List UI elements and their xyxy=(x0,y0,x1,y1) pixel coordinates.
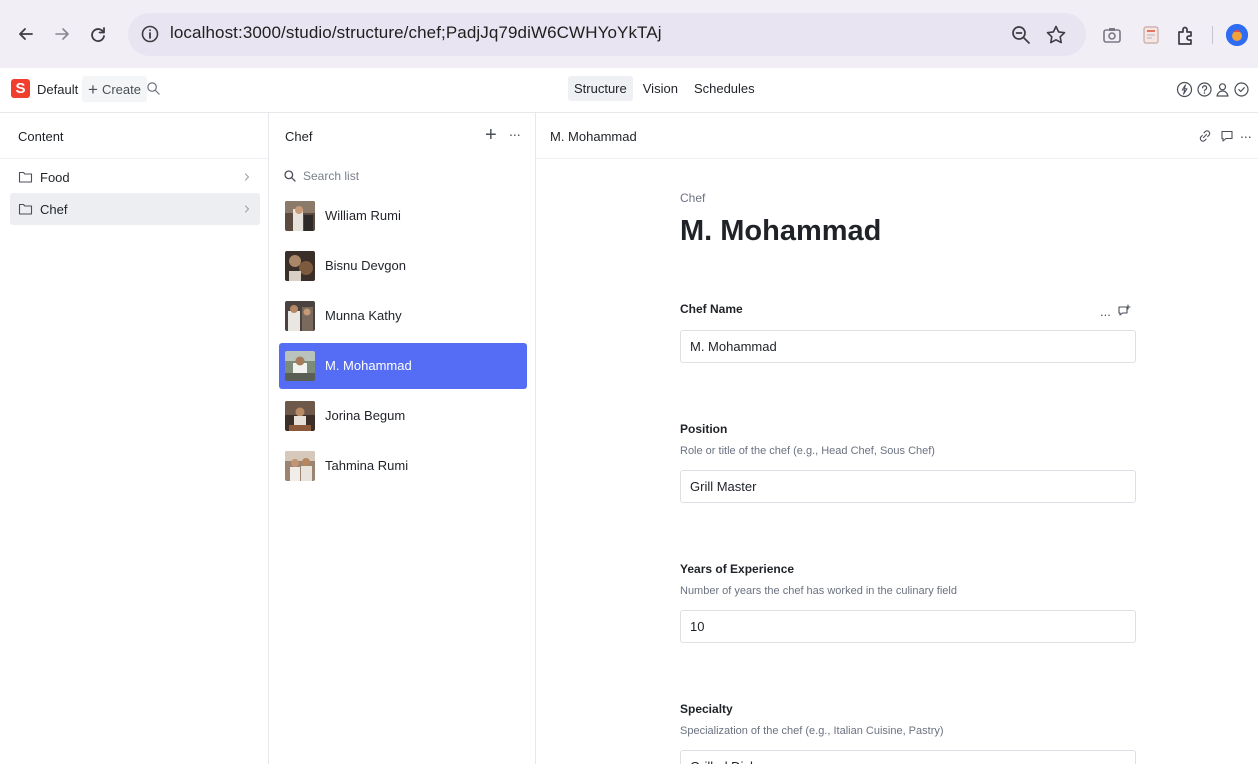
specialty-description: Specialization of the chef (e.g., Italia… xyxy=(680,725,944,737)
studio-navbar: S Default + Create Structure Vision Sche… xyxy=(0,68,1258,113)
tab-structure[interactable]: Structure xyxy=(568,76,633,101)
link-icon[interactable] xyxy=(1197,128,1213,144)
chef-thumbnail xyxy=(285,201,315,231)
chef-list-item[interactable]: Jorina Begum xyxy=(279,393,527,439)
chef-thumbnail xyxy=(285,351,315,381)
bookmark-star-icon[interactable] xyxy=(1044,23,1068,47)
reload-icon[interactable] xyxy=(86,22,110,46)
document-menu-button[interactable]: ... xyxy=(1240,125,1256,141)
user-icon[interactable] xyxy=(1214,81,1231,98)
site-info-icon[interactable] xyxy=(140,24,160,44)
camera-extension-icon[interactable] xyxy=(1101,24,1123,46)
chef-thumbnail xyxy=(285,401,315,431)
chef-list-title: Chef xyxy=(285,129,313,144)
position-field[interactable]: Grill Master xyxy=(680,470,1136,503)
content-item-label: Chef xyxy=(40,201,68,217)
comment-icon[interactable] xyxy=(1219,128,1235,144)
chef-list-item-selected[interactable]: M. Mohammad xyxy=(279,343,527,389)
toolbar-divider xyxy=(1212,26,1213,44)
chef-thumbnail xyxy=(285,251,315,281)
chef-name: Jorina Begum xyxy=(325,408,406,423)
document-pane: M. Mohammad ... Chef M. Mohammad Chef Na… xyxy=(536,113,1258,764)
tasks-check-icon[interactable] xyxy=(1233,81,1250,98)
search-icon[interactable] xyxy=(146,81,161,96)
years-of-experience-description: Number of years the chef has worked in t… xyxy=(680,585,957,597)
chef-list-item[interactable]: Bisnu Devgon xyxy=(279,243,527,289)
tab-schedules[interactable]: Schedules xyxy=(688,76,761,101)
specialty-field[interactable]: Grilled Dishes xyxy=(680,750,1136,764)
address-bar[interactable]: localhost:3000/studio/structure/chef;Pad… xyxy=(128,13,1086,56)
years-of-experience-field[interactable]: 10 xyxy=(680,610,1136,643)
position-description: Role or title of the chef (e.g., Head Ch… xyxy=(680,445,935,457)
content-pane-header: Content xyxy=(0,113,268,159)
field-actions: ... xyxy=(1100,303,1140,319)
create-label: Create xyxy=(101,81,141,97)
document-header: M. Mohammad ... xyxy=(536,113,1258,159)
content-item-chef[interactable]: Chef xyxy=(10,193,260,225)
chef-name-label: Chef Name xyxy=(680,302,743,316)
search-icon xyxy=(284,170,296,182)
chef-list-pane: Chef + ... Search list William Rumi Bisn… xyxy=(269,113,536,764)
create-button[interactable]: + Create xyxy=(82,76,147,102)
specialty-label: Specialty xyxy=(680,702,733,716)
field-menu-button[interactable]: ... xyxy=(1100,304,1111,319)
chef-name: Munna Kathy xyxy=(325,308,402,323)
chef-list-item[interactable]: Tahmina Rumi xyxy=(279,443,527,489)
bolt-icon[interactable] xyxy=(1176,81,1193,98)
zoom-icon[interactable] xyxy=(1010,24,1032,46)
content-pane-title: Content xyxy=(18,129,64,144)
chef-name-field[interactable]: M. Mohammad xyxy=(680,330,1136,363)
list-menu-button[interactable]: ... xyxy=(509,123,521,139)
chef-thumbnail xyxy=(285,451,315,481)
profile-avatar[interactable] xyxy=(1226,24,1248,46)
back-icon[interactable] xyxy=(14,22,38,46)
url-text[interactable]: localhost:3000/studio/structure/chef;Pad… xyxy=(170,23,662,43)
chef-name: William Rumi xyxy=(325,208,401,223)
content-item-food[interactable]: Food xyxy=(10,161,260,193)
search-list-input[interactable]: Search list xyxy=(283,165,523,187)
extensions-puzzle-icon[interactable] xyxy=(1174,24,1196,46)
chef-list-header: Chef + ... xyxy=(269,113,535,159)
tab-vision[interactable]: Vision xyxy=(637,76,684,101)
content-pane: Content Food Chef xyxy=(0,113,269,764)
search-placeholder: Search list xyxy=(303,169,360,183)
notes-extension-icon[interactable] xyxy=(1140,24,1162,46)
chevron-right-icon xyxy=(244,205,250,213)
chef-thumbnail xyxy=(285,301,315,331)
document-heading: M. Mohammad xyxy=(680,215,882,247)
add-document-button[interactable]: + xyxy=(485,125,497,145)
studio-logo[interactable]: S xyxy=(11,79,30,98)
years-of-experience-label: Years of Experience xyxy=(680,562,795,576)
chef-name: Bisnu Devgon xyxy=(325,258,406,273)
forward-icon[interactable] xyxy=(50,22,74,46)
chef-list-item[interactable]: Munna Kathy xyxy=(279,293,527,339)
position-label: Position xyxy=(680,422,728,436)
workspace-name[interactable]: Default xyxy=(37,82,78,97)
tool-tabs: Structure Vision Schedules xyxy=(568,76,761,101)
folder-icon xyxy=(18,203,33,215)
browser-toolbar: localhost:3000/studio/structure/chef;Pad… xyxy=(0,0,1258,68)
chef-name: Tahmina Rumi xyxy=(325,458,409,473)
document-type-label: Chef xyxy=(680,191,706,205)
plus-icon: + xyxy=(88,79,98,99)
document-header-title: M. Mohammad xyxy=(550,129,637,144)
add-comment-icon[interactable] xyxy=(1117,304,1131,318)
chevron-right-icon xyxy=(244,173,250,181)
chef-name: M. Mohammad xyxy=(325,358,412,373)
folder-icon xyxy=(18,171,33,183)
chef-list-item[interactable]: William Rumi xyxy=(279,193,527,239)
help-icon[interactable] xyxy=(1196,81,1213,98)
content-item-label: Food xyxy=(40,169,70,185)
